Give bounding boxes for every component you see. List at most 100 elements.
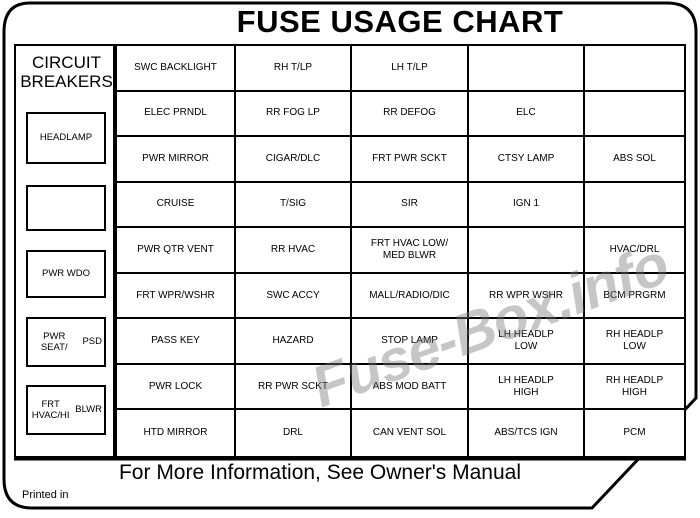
fuse-cell-label: PWR QTR VENT xyxy=(137,243,214,255)
fuse-cell: BCM PRGRM xyxy=(585,274,684,320)
footer-printed-in: Printed in xyxy=(22,489,69,501)
circuit-breaker-label: HEADLAMP xyxy=(39,132,93,144)
fuse-cell: PCM xyxy=(585,410,684,456)
circuit-breaker-label: FRT HVAC/HI xyxy=(31,398,70,421)
fuse-cell: LH T/LP xyxy=(352,46,469,92)
fuse-cell-label: CRUISE xyxy=(156,198,195,210)
fuse-cell: SWC BACKLIGHT xyxy=(117,46,236,92)
fuse-cell: PASS KEY xyxy=(117,319,236,365)
fuse-cell xyxy=(469,228,585,274)
fuse-cell-label: RH HEADLP LOW xyxy=(605,329,664,353)
fuse-usage-chart-label: FUSE USAGE CHART CIRCUIT BREAKERS HEADLA… xyxy=(0,0,700,518)
fuse-cell: RH T/LP xyxy=(236,46,352,92)
fuse-cell: DRL xyxy=(236,410,352,456)
fuse-cell: LH HEADLP HIGH xyxy=(469,364,585,411)
fuse-cell-label: FRT WPR/WSHR xyxy=(136,289,215,301)
fuse-cell-label: ABS MOD BATT xyxy=(372,380,447,392)
fuse-cell: IGN 1 xyxy=(469,182,585,229)
fuse-cell-label: DRL xyxy=(282,427,303,439)
fuse-cell-label: PWR MIRROR xyxy=(142,152,209,164)
fuse-cell-label: MALL/RADIO/DIC xyxy=(369,289,450,301)
fuse-cell-label: RR HVAC xyxy=(270,243,316,255)
fuse-cell: PWR QTR VENT xyxy=(117,228,236,274)
fuse-cell: T/SIG xyxy=(236,182,352,229)
fuse-cell-label: SWC BACKLIGHT xyxy=(134,61,217,73)
fuse-cell: ELEC PRNDL xyxy=(117,91,236,138)
fuse-cell-label: RR PWR SCKT xyxy=(258,380,328,392)
fuse-cell-label: HTD MIRROR xyxy=(143,427,208,439)
circuit-breaker-label: BLWR xyxy=(75,404,102,416)
fuse-cell-label: RH T/LP xyxy=(273,61,313,73)
fuse-cell: FRT HVAC LOW/MED BLWR xyxy=(352,228,469,274)
fuse-cell-label: STOP LAMP xyxy=(381,335,438,347)
fuse-cell: HVAC/DRL xyxy=(585,228,684,274)
footer-more-information: For More Information, See Owner's Manual xyxy=(118,461,521,484)
circuit-breakers-heading-line2: BREAKERS xyxy=(20,72,113,92)
fuse-cell: LH HEADLP LOW xyxy=(469,319,585,365)
fuse-cell: SIR xyxy=(352,182,469,229)
fuse-cell: FRT WPR/WSHR xyxy=(117,273,236,320)
circuit-breaker-box: FRT HVAC/HI BLWR xyxy=(26,385,106,435)
fuse-cell xyxy=(585,183,684,229)
fuse-cell-label: SWC ACCY xyxy=(266,289,320,301)
fuse-cell: PWR LOCK xyxy=(117,364,236,411)
fuse-cell xyxy=(585,46,684,92)
fuse-cell: CAN VENT SOL xyxy=(352,410,469,456)
fuse-cell: RR HVAC xyxy=(236,228,352,274)
fuse-cell: CIGAR/DLC xyxy=(236,137,352,183)
fuse-cell: ABS MOD BATT xyxy=(352,364,469,411)
fuse-cell-label: LH HEADLP LOW xyxy=(498,329,554,353)
circuit-breakers-heading: CIRCUIT BREAKERS xyxy=(16,53,117,91)
circuit-breaker-label: PWR WDO xyxy=(41,268,91,280)
fuse-cell-label: CIGAR/DLC xyxy=(265,152,321,164)
circuit-breaker-box: HEADLAMP xyxy=(26,112,106,164)
fuse-cell-label: RR WPR WSHR xyxy=(489,289,563,301)
fuse-cell-label: CTSY LAMP xyxy=(497,152,555,164)
fuse-cell: RH HEADLP HIGH xyxy=(585,365,684,411)
fuse-cell-label: RR FOG LP xyxy=(266,107,320,119)
fuse-cell: RH HEADLP LOW xyxy=(585,319,684,365)
fuse-cell: ABS SOL xyxy=(585,137,684,183)
circuit-breakers-panel: CIRCUIT BREAKERS HEADLAMP PWR WDO PWR SEAT… xyxy=(14,44,115,458)
fuse-cell: CTSY LAMP xyxy=(469,137,585,183)
circuit-breaker-box: PWR WDO xyxy=(26,250,106,298)
fuse-cell xyxy=(469,46,585,92)
fuse-cell: MALL/RADIO/DIC xyxy=(352,273,469,320)
circuit-breaker-label: PWR SEAT/ xyxy=(40,330,68,353)
fuse-cell-label: T/SIG xyxy=(279,198,307,210)
fuse-cell xyxy=(585,92,684,138)
fuse-cell: SWC ACCY xyxy=(236,273,352,320)
fuse-cell: ELC xyxy=(469,91,585,138)
fuse-cell: RR FOG LP xyxy=(236,91,352,138)
fuse-grid: SWC BACKLIGHT RH T/LP LH T/LP ELEC PRNDL RR … xyxy=(115,44,686,458)
fuse-cell: ABS/TCS IGN xyxy=(469,410,585,456)
circuit-breakers-heading-line1: CIRCUIT xyxy=(32,53,101,72)
fuse-cell: RR DEFOG xyxy=(352,91,469,138)
fuse-cell-label: ELC xyxy=(516,107,536,119)
fuse-cell-label: PWR LOCK xyxy=(148,380,203,392)
fuse-cell: FRT PWR SCKT xyxy=(352,137,469,183)
fuse-cell-label: IGN 1 xyxy=(512,198,540,210)
fuse-cell-label: LH HEADLP HIGH xyxy=(498,374,554,398)
circuit-breaker-label: PSD xyxy=(82,336,102,348)
fuse-cell-label: HAZARD xyxy=(272,335,314,347)
fuse-cell-label: CAN VENT SOL xyxy=(372,427,447,439)
circuit-breaker-box xyxy=(26,185,106,231)
fuse-cell-label: HVAC/DRL xyxy=(609,243,660,255)
fuse-cell-label: ELEC PRNDL xyxy=(144,107,207,119)
fuse-cell: STOP LAMP xyxy=(352,319,469,365)
fuse-cell-label: SIR xyxy=(401,198,418,210)
fuse-cell-label: FRT PWR SCKT xyxy=(372,152,447,164)
fuse-cell-label: RR DEFOG xyxy=(383,107,436,119)
circuit-breaker-box: PWR SEAT/PSD xyxy=(26,317,106,367)
fuse-cell-label: PCM xyxy=(623,427,646,439)
fuse-cell: RR WPR WSHR xyxy=(469,273,585,320)
fuse-cell: PWR MIRROR xyxy=(117,137,236,183)
fuse-cell: HAZARD xyxy=(236,319,352,365)
fuse-cell-label: BCM PRGRM xyxy=(603,289,666,301)
fuse-cell-label: ABS/TCS IGN xyxy=(494,427,558,439)
fuse-cell-label: ABS SOL xyxy=(613,152,656,164)
fuse-cell: RR PWR SCKT xyxy=(236,364,352,411)
fuse-cell-label: RH HEADLP HIGH xyxy=(605,374,664,398)
fuse-cell: CRUISE xyxy=(117,182,236,229)
